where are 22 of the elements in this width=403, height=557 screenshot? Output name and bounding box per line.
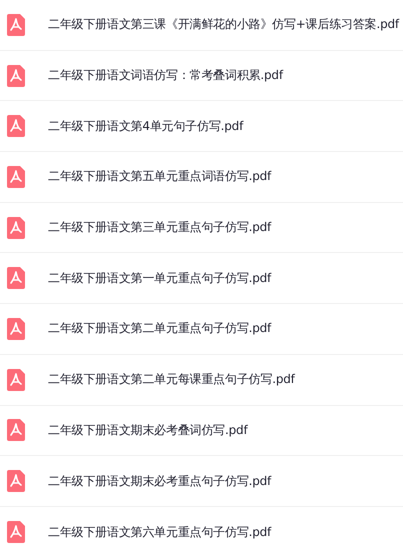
pdf-file-icon — [7, 216, 25, 239]
pdf-file-icon — [7, 419, 25, 442]
pdf-file-icon — [7, 115, 25, 138]
pdf-file-icon — [7, 64, 25, 87]
pdf-file-icon — [7, 14, 25, 36]
file-name[interactable]: 二年级下册语文第三课《开满鲜花的小路》仿写+课后练习答案.pdf — [48, 16, 399, 34]
file-name[interactable]: 二年级下册语文第二单元每课重点句子仿写.pdf — [48, 371, 295, 388]
pdf-file-icon — [7, 166, 25, 188]
file-name[interactable]: 二年级下册语文第二单元重点句子仿写.pdf — [48, 320, 272, 338]
file-name[interactable]: 二年级下册语文词语仿写：常考叠词积累.pdf — [48, 67, 283, 84]
file-name[interactable]: 二年级下册语文期末必考叠词仿写.pdf — [48, 422, 248, 439]
pdf-file-icon — [7, 368, 25, 391]
pdf-file-icon — [7, 267, 25, 290]
file-name[interactable]: 二年级下册语文第五单元重点词语仿写.pdf — [48, 168, 272, 186]
pdf-file-icon — [7, 318, 25, 340]
pdf-file-icon — [7, 521, 25, 544]
file-name[interactable]: 二年级下册语文第一单元重点句子仿写.pdf — [48, 270, 272, 287]
pdf-file-icon — [7, 470, 25, 492]
file-name[interactable]: 二年级下册语文期末必考重点句子仿写.pdf — [48, 472, 272, 490]
file-name[interactable]: 二年级下册语文第三单元重点句子仿写.pdf — [48, 219, 272, 236]
file-name[interactable]: 二年级下册语文第4单元句子仿写.pdf — [48, 118, 244, 135]
file-name[interactable]: 二年级下册语文第六单元重点句子仿写.pdf — [48, 524, 272, 541]
